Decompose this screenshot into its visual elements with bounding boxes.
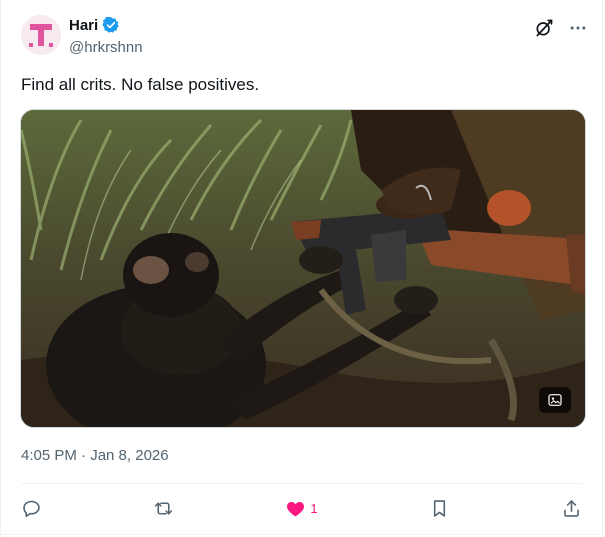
reply-button[interactable] [21,498,42,519]
reply-icon [23,500,40,517]
share-icon [564,499,579,517]
post-timestamp[interactable]: 4:05 PM · Jan 8, 2026 [21,447,169,464]
avatar[interactable]: T [21,15,61,55]
post-media-image[interactable] [20,109,586,428]
avatar-logo: T [21,15,61,55]
share-button[interactable] [561,498,582,519]
post-text: Find all crits. No false positives. [21,75,260,94]
chimpanzee-rifle-photo [21,110,585,427]
more-options-icon[interactable] [568,18,588,38]
heart-icon [287,501,305,516]
post-card: T Hari @hrkrshnn Find all crits. No fals… [0,0,603,537]
verified-badge-icon [102,16,120,34]
divider [21,483,582,484]
repost-button[interactable] [153,498,174,519]
like-button[interactable]: 1 [285,498,318,519]
top-actions [534,18,588,38]
like-count: 1 [310,500,318,516]
alt-text-badge-icon[interactable] [539,387,571,413]
grok-icon[interactable] [534,18,554,38]
bookmark-button[interactable] [429,498,450,519]
action-bar: 1 [21,495,582,521]
bookmark-icon [433,499,445,517]
author-handle[interactable]: @hrkrshnn [69,39,143,56]
author-display-name[interactable]: Hari [69,17,98,34]
author-name-row: Hari [69,16,120,34]
bottom-divider [1,534,602,535]
repost-icon [155,501,173,515]
